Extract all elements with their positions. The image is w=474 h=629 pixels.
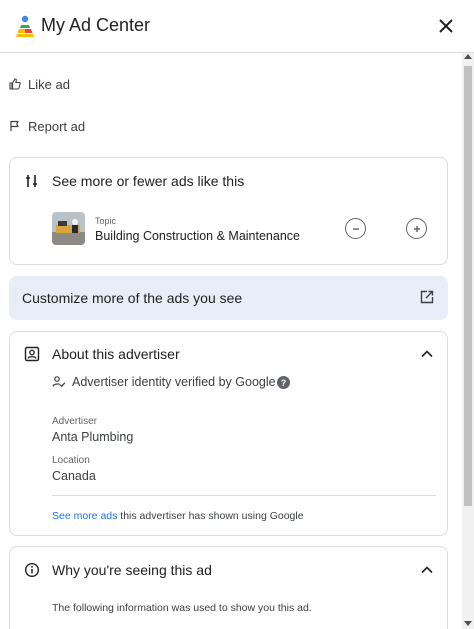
chevron-up-icon[interactable] <box>419 346 435 362</box>
advertiser-name: Anta Plumbing <box>52 430 134 444</box>
customize-ads-button[interactable]: Customize more of the ads you see <box>9 276 448 320</box>
help-icon[interactable]: ? <box>277 376 290 389</box>
close-button[interactable] <box>434 14 458 38</box>
chevron-up-icon[interactable] <box>419 562 435 578</box>
customize-label: Customize more of the ads you see <box>22 290 243 306</box>
scroll-up-arrow-icon[interactable] <box>464 54 472 59</box>
report-ad-label: Report ad <box>28 118 86 134</box>
topic-label: Topic <box>95 216 117 226</box>
info-icon <box>24 562 40 578</box>
fewer-ads-button[interactable] <box>345 218 366 239</box>
more-ads-button[interactable] <box>406 218 427 239</box>
tune-icon <box>26 175 37 187</box>
open-in-new-icon <box>420 290 434 304</box>
advertiser-title: About this advertiser <box>52 346 180 362</box>
see-more-rest-text: this advertiser has shown using Google <box>117 510 304 522</box>
advertiser-label: Advertiser <box>52 416 98 427</box>
more-fewer-card: See more or fewer ads like this Topic Bu… <box>9 157 448 265</box>
like-ad-button[interactable]: Like ad <box>9 73 70 95</box>
topic-name: Building Construction & Maintenance <box>95 229 300 243</box>
scroll-down-arrow-icon[interactable] <box>464 621 472 626</box>
flag-icon <box>10 120 19 131</box>
close-icon <box>439 19 453 33</box>
see-more-row: See more ads this advertiser has shown u… <box>52 510 304 522</box>
verified-text: Advertiser identity verified by Google <box>72 375 276 389</box>
my-ad-center-logo-icon <box>16 15 34 37</box>
why-card: Why you're seeing this ad The following … <box>9 546 448 629</box>
location-value: Canada <box>52 469 96 483</box>
why-text: The following information was used to sh… <box>52 602 312 614</box>
advertiser-card: About this advertiser Advertiser identit… <box>9 331 448 536</box>
location-label: Location <box>52 455 90 466</box>
scroll-thumb[interactable] <box>464 66 472 506</box>
like-ad-label: Like ad <box>28 76 70 92</box>
app-title: My Ad Center <box>41 15 151 35</box>
thumb-up-icon <box>9 78 21 90</box>
scrollbar[interactable] <box>462 53 474 629</box>
plus-icon <box>413 225 420 232</box>
divider <box>52 495 436 496</box>
header: My Ad Center <box>0 0 474 53</box>
topic-thumbnail <box>52 212 85 245</box>
verified-user-icon <box>52 376 66 388</box>
why-title: Why you're seeing this ad <box>52 562 212 578</box>
minus-icon <box>352 227 359 230</box>
report-ad-button[interactable]: Report ad <box>9 115 85 137</box>
advertiser-badge-icon <box>24 346 40 362</box>
verified-row: Advertiser identity verified by Google <box>52 375 276 389</box>
see-more-ads-link[interactable]: See more ads <box>52 510 117 522</box>
more-fewer-title: See more or fewer ads like this <box>52 173 245 189</box>
